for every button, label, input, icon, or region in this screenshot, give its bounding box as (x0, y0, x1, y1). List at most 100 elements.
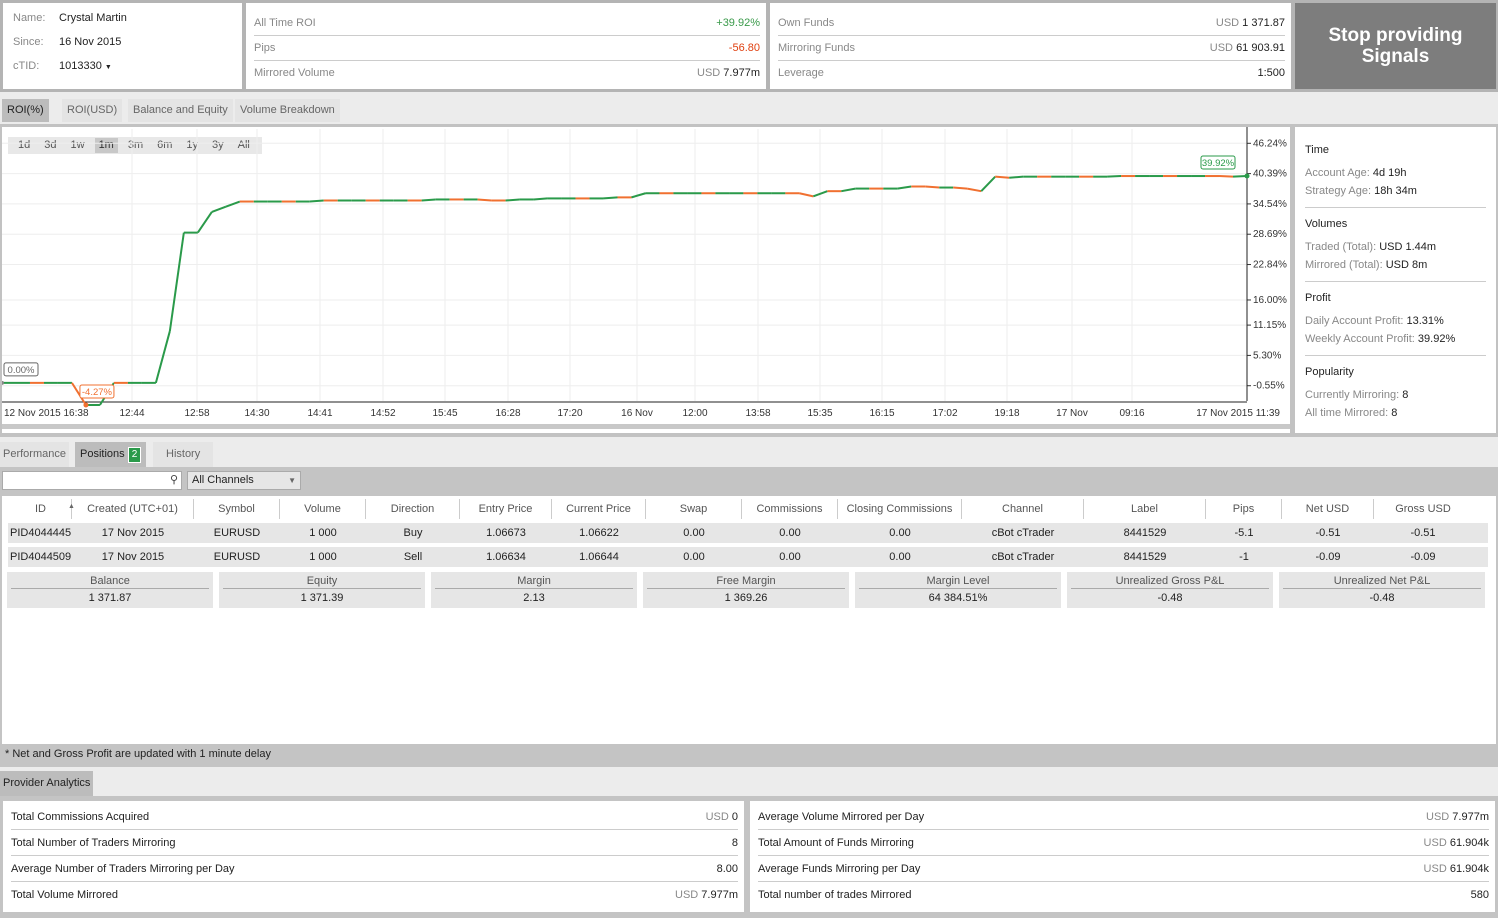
stat-value-group: -56.80 (729, 36, 760, 60)
analytics-row: Total Number of Traders Mirroring 8 (11, 830, 738, 856)
alltime-mirrored: All time Mirrored: 8 (1305, 407, 1397, 419)
column-header[interactable]: Current Price (552, 499, 646, 519)
tab-chart-1[interactable]: ROI(USD) (62, 99, 123, 122)
series-segment (799, 192, 814, 198)
column-header[interactable]: Label (1084, 499, 1206, 519)
column-header[interactable]: Net USD (1282, 499, 1374, 519)
summary-label: Margin (435, 572, 633, 589)
summary-box: Balance 1 371.87 (7, 572, 213, 608)
analytics-value: 7.977m (701, 889, 738, 901)
provider-name: Crystal Martin (59, 12, 127, 24)
positions-count-badge: 2 (127, 447, 142, 463)
summary-value: -0.48 (1369, 592, 1395, 604)
column-header[interactable]: Channel (962, 499, 1084, 519)
column-header[interactable]: Pips (1206, 499, 1282, 519)
x-tick-label: 17:20 (557, 408, 582, 419)
table-cell: PID4044509 (10, 551, 72, 563)
daily-profit: Daily Account Profit: 13.31% (1305, 315, 1444, 327)
analytics-row: Total Amount of Funds Mirroring USD 61.90… (758, 830, 1489, 856)
tab-chart-3[interactable]: Volume Breakdown (235, 99, 340, 122)
table-cell: 0.00 (889, 551, 911, 563)
series-segment (505, 198, 520, 202)
column-header[interactable]: Swap (646, 499, 742, 519)
analytics-value: 8 (731, 837, 738, 849)
ctid-row[interactable]: cTID: 1013330 ▼ (13, 56, 112, 76)
stat-value-group: USD 7.977m (697, 61, 760, 86)
popularity-heading: Popularity (1305, 366, 1354, 378)
stat-value: 1 371.87 (1242, 17, 1285, 29)
tab-chart-2[interactable]: Balance and Equity (128, 99, 233, 122)
tab-positions[interactable]: Positions 2 (75, 442, 147, 467)
name-label: Name: (13, 12, 46, 24)
analytics-tabs-bar (0, 767, 1498, 796)
column-header[interactable]: Volume (280, 499, 366, 519)
column-header[interactable]: ID (10, 499, 72, 519)
performance-stats-panel: All Time ROI +39.92% Pips -56.80 Mirrored Vo… (246, 3, 766, 89)
summary-box: Free Margin 1 369.26 (643, 572, 849, 608)
table-cell: -5.1 (1234, 527, 1254, 539)
channel-select[interactable]: All Channels ▼ (187, 471, 301, 490)
x-tick-label: 12:00 (682, 408, 707, 419)
column-header[interactable]: Commissions (742, 499, 838, 519)
analytics-value: 7.977m (1452, 811, 1489, 823)
weekly-profit-value: 39.92% (1417, 333, 1456, 345)
tab-performance[interactable]: Performance (0, 442, 69, 467)
summary-label: Free Margin (647, 572, 845, 589)
stop-providing-signals-button[interactable]: Stop providing Signals (1295, 3, 1496, 89)
ctid-value[interactable]: 1013330 (59, 60, 102, 72)
column-header[interactable]: Entry Price (460, 499, 552, 519)
series-segment (477, 198, 492, 202)
stat-value: -56.80 (728, 42, 760, 54)
stat-row: Leverage 1:500 (778, 61, 1285, 86)
table-row[interactable]: PID4044509 17 Nov 2015 11:39:43.680 EURUSD… (8, 547, 1488, 583)
y-tick-label: 46.24% (1253, 138, 1287, 149)
column-header[interactable]: Created (UTC+01) (72, 499, 194, 519)
column-header[interactable]: Direction (366, 499, 460, 519)
search-icon[interactable]: ⚲ (170, 473, 178, 486)
column-header[interactable]: Symbol (194, 499, 280, 519)
y-tick-label: 34.54% (1253, 199, 1287, 210)
column-header[interactable]: Gross USD (1374, 499, 1472, 519)
analytics-label: Average Funds Mirroring per Day (758, 863, 921, 875)
table-cell: -0.51 (1315, 527, 1341, 539)
chevron-down-icon[interactable]: ▼ (288, 472, 296, 489)
tab-chart-0[interactable]: ROI(%) (2, 99, 49, 122)
tab-provider-analytics[interactable]: Provider Analytics (0, 771, 94, 796)
column-header[interactable]: Closing Commissions (838, 499, 962, 519)
table-cell: 0.00 (889, 527, 911, 539)
chart-scrollbar (2, 424, 1290, 429)
y-tick-label: 5.30% (1253, 350, 1281, 361)
divider (1305, 281, 1486, 282)
alltime-mirrored-value: 8 (1391, 407, 1398, 419)
series-segment (168, 232, 185, 332)
x-tick-label: 12:44 (119, 408, 144, 419)
sort-asc-icon[interactable]: ▲ (68, 503, 75, 510)
series-segment (1107, 175, 1122, 178)
table-row[interactable]: PID4044445 17 Nov 2015 11:16:12.045 EURUSD… (8, 523, 1488, 559)
search-input[interactable]: ⚲ (2, 471, 182, 490)
positions-table-panel: ID Created (UTC+01) Symbol Volume Direction E… (2, 496, 1496, 744)
tab-history[interactable]: History (153, 442, 214, 467)
caret-down-icon[interactable]: ▼ (105, 64, 112, 71)
volumes-heading: Volumes (1305, 218, 1348, 230)
analytics-row: Average Volume Mirrored per Day USD 7.977… (758, 804, 1489, 830)
series-segment (841, 187, 856, 193)
y-tick-label: -0.55% (1253, 381, 1285, 392)
annotation-label: -4.27% (82, 387, 113, 398)
series-segment (603, 196, 618, 200)
analytics-label: Average Volume Mirrored per Day (758, 811, 925, 823)
stat-row: Mirroring Funds USD 61 903.91 (778, 36, 1285, 61)
stat-value-group: +39.92% (716, 11, 760, 35)
divider (1305, 355, 1486, 356)
analytics-label: Total Volume Mirrored (11, 889, 118, 901)
x-tick-label: 16:28 (495, 408, 520, 419)
analytics-value-group: 8 (732, 830, 738, 855)
currently-mirroring-value: 8 (1402, 389, 1409, 401)
table-cell: 0.00 (779, 551, 801, 563)
stat-value: 1:500 (1257, 67, 1285, 79)
daily-profit-key: Daily Account Profit: (1305, 315, 1404, 327)
time-heading: Time (1305, 144, 1330, 156)
stat-value-group: USD 61 903.91 (1210, 36, 1285, 60)
table-cell: 0.00 (683, 527, 705, 539)
x-tick-label: 12:58 (184, 408, 209, 419)
